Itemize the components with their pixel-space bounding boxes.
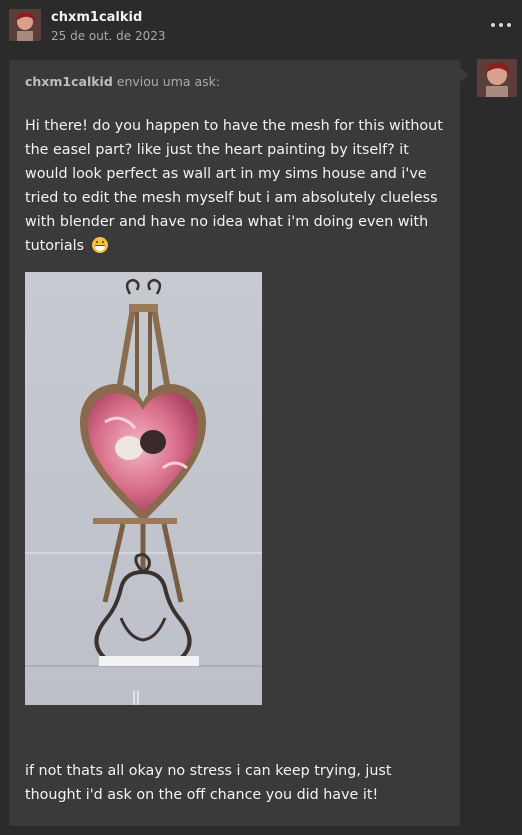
avatar-icon bbox=[9, 9, 41, 41]
ask-verb: enviou uma ask: bbox=[112, 74, 221, 89]
more-options-icon bbox=[491, 23, 495, 27]
ask-bubble-tail bbox=[460, 68, 468, 82]
grinning-sweat-emoji-icon bbox=[91, 237, 108, 253]
ask-body-text: Hi there! do you happen to have the mesh… bbox=[25, 118, 443, 254]
heart-easel-image bbox=[25, 272, 262, 705]
asker-avatar[interactable] bbox=[477, 59, 517, 97]
author-name[interactable]: chxm1calkid bbox=[51, 10, 142, 25]
avatar-icon bbox=[477, 59, 517, 97]
ask-header: chxm1calkid enviou uma ask: bbox=[25, 74, 220, 89]
ask-card: chxm1calkid enviou uma ask: Hi there! do… bbox=[9, 60, 460, 826]
asker-name[interactable]: chxm1calkid bbox=[25, 74, 113, 89]
author-avatar[interactable] bbox=[9, 9, 41, 41]
ask-body: Hi there! do you happen to have the mesh… bbox=[25, 114, 450, 258]
ask-footer-text: if not thats all okay no stress i can ke… bbox=[25, 763, 392, 803]
ask-image[interactable] bbox=[25, 272, 262, 705]
post-header: chxm1calkid 25 de out. de 2023 bbox=[0, 0, 522, 50]
more-options-button[interactable] bbox=[488, 14, 514, 34]
post-date[interactable]: 25 de out. de 2023 bbox=[51, 29, 166, 43]
